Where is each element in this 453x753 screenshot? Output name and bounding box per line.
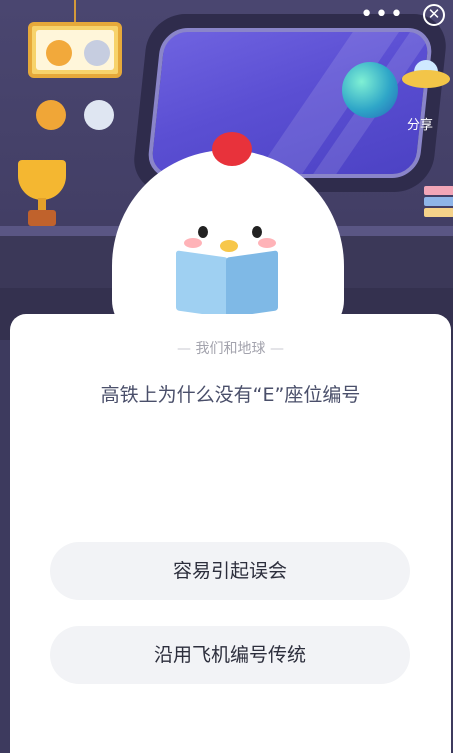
medal-frame: [28, 22, 122, 78]
header-illustration: 分享 ••• ✕: [0, 0, 453, 340]
category-subtitle: — 我们和地球 —: [177, 341, 284, 357]
question-title: 高铁上为什么没有“E”座位编号: [100, 384, 361, 406]
share-button[interactable]: 分享: [407, 114, 433, 133]
chick-eye-right: [252, 226, 262, 238]
trophy-icon: [18, 160, 66, 200]
chick-comb: [212, 132, 252, 166]
chick-beak: [220, 240, 238, 252]
open-book-left: [176, 250, 228, 318]
share-ufo-icon[interactable]: [402, 70, 450, 88]
question-card: — 我们和地球 — 高铁上为什么没有“E”座位编号 容易引起误会 沿用飞机编号传…: [10, 314, 451, 753]
chick-eye-left: [198, 226, 208, 238]
earth-icon: [342, 62, 398, 118]
gold-badge-icon: [36, 100, 66, 130]
open-book-right: [226, 250, 278, 318]
more-icon[interactable]: •••: [360, 4, 405, 26]
top-controls: ••• ✕: [360, 4, 445, 26]
silver-medal-icon: [84, 40, 110, 66]
answer-option-1[interactable]: 容易引起误会: [50, 542, 410, 600]
close-icon[interactable]: ✕: [423, 4, 445, 26]
answer-option-2[interactable]: 沿用飞机编号传统: [50, 626, 410, 684]
books-stack: [424, 186, 453, 226]
silver-badge-icon: [84, 100, 114, 130]
gold-medal-icon: [46, 40, 72, 66]
